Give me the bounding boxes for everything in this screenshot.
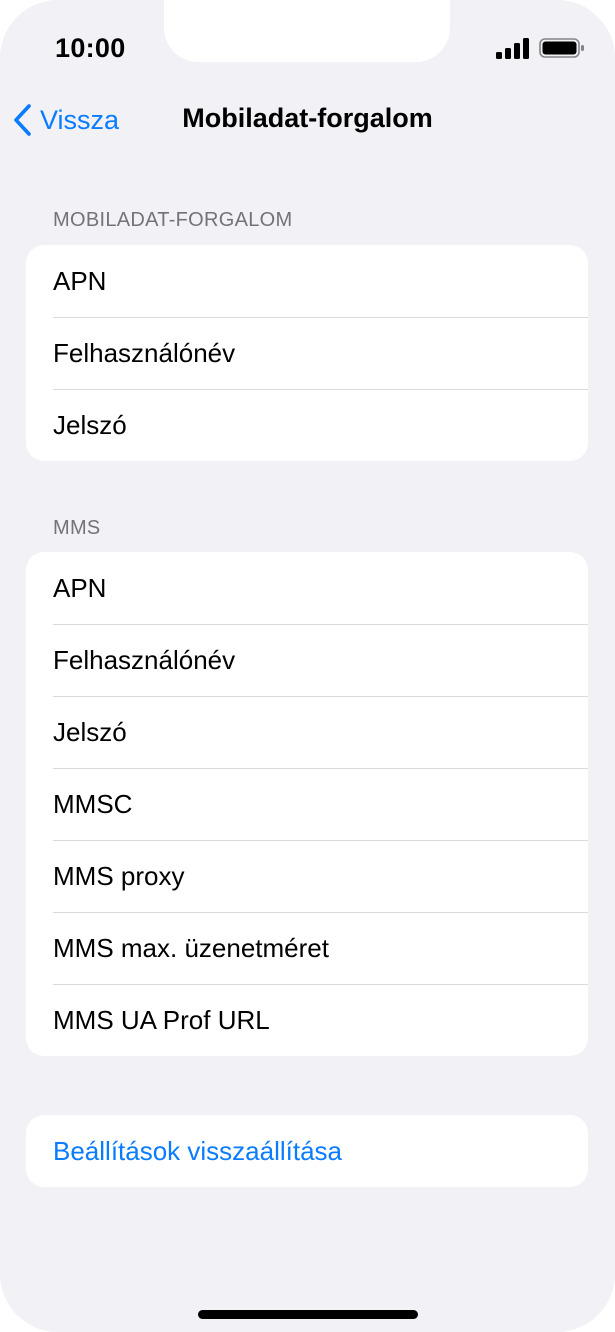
page-title: Mobiladat-forgalom — [0, 103, 615, 134]
cellular-signal-icon — [496, 38, 529, 59]
row-label: Felhasználónév — [53, 337, 236, 368]
phone-screen: 10:00 Vissza Mobiladat-forgalom MOBILADA… — [0, 0, 615, 1332]
battery-icon — [539, 38, 584, 58]
mms-ua-prof-url-row[interactable]: MMS UA Prof URL — [26, 984, 588, 1056]
row-label: APN — [53, 265, 107, 296]
mobile-data-apn-row[interactable]: APN — [26, 245, 588, 317]
section-header-mobile-data: MOBILADAT-FORGALOM — [53, 209, 293, 231]
mms-group: APN Felhasználónév Jelszó MMSC MMS proxy… — [26, 552, 588, 1056]
row-label: MMSC — [53, 788, 133, 819]
reset-label: Beállítások visszaállítása — [53, 1135, 343, 1166]
reset-group: Beállítások visszaállítása — [26, 1115, 588, 1187]
row-label: MMS max. üzenetméret — [53, 932, 329, 963]
reset-settings-button[interactable]: Beállítások visszaállítása — [26, 1115, 588, 1187]
mmsc-row[interactable]: MMSC — [26, 768, 588, 840]
mobile-data-username-row[interactable]: Felhasználónév — [26, 317, 588, 389]
mms-username-row[interactable]: Felhasználónév — [26, 624, 588, 696]
mobile-data-group: APN Felhasználónév Jelszó — [26, 245, 588, 461]
mms-max-size-row[interactable]: MMS max. üzenetméret — [26, 912, 588, 984]
row-label: Felhasználónév — [53, 644, 236, 675]
status-time: 10:00 — [55, 33, 126, 63]
page-title-text: Mobiladat-forgalom — [182, 103, 433, 133]
mms-password-row[interactable]: Jelszó — [26, 696, 588, 768]
mobile-data-password-row[interactable]: Jelszó — [26, 389, 588, 461]
section-header-mms: MMS — [53, 517, 101, 539]
row-label: Jelszó — [53, 716, 127, 747]
mms-proxy-row[interactable]: MMS proxy — [26, 840, 588, 912]
notch — [164, 0, 450, 62]
mms-apn-row[interactable]: APN — [26, 552, 588, 624]
row-label: MMS UA Prof URL — [53, 1004, 270, 1035]
row-label: Jelszó — [53, 409, 127, 440]
home-indicator[interactable] — [198, 1310, 418, 1319]
row-label: APN — [53, 572, 107, 603]
row-label: MMS proxy — [53, 860, 185, 891]
